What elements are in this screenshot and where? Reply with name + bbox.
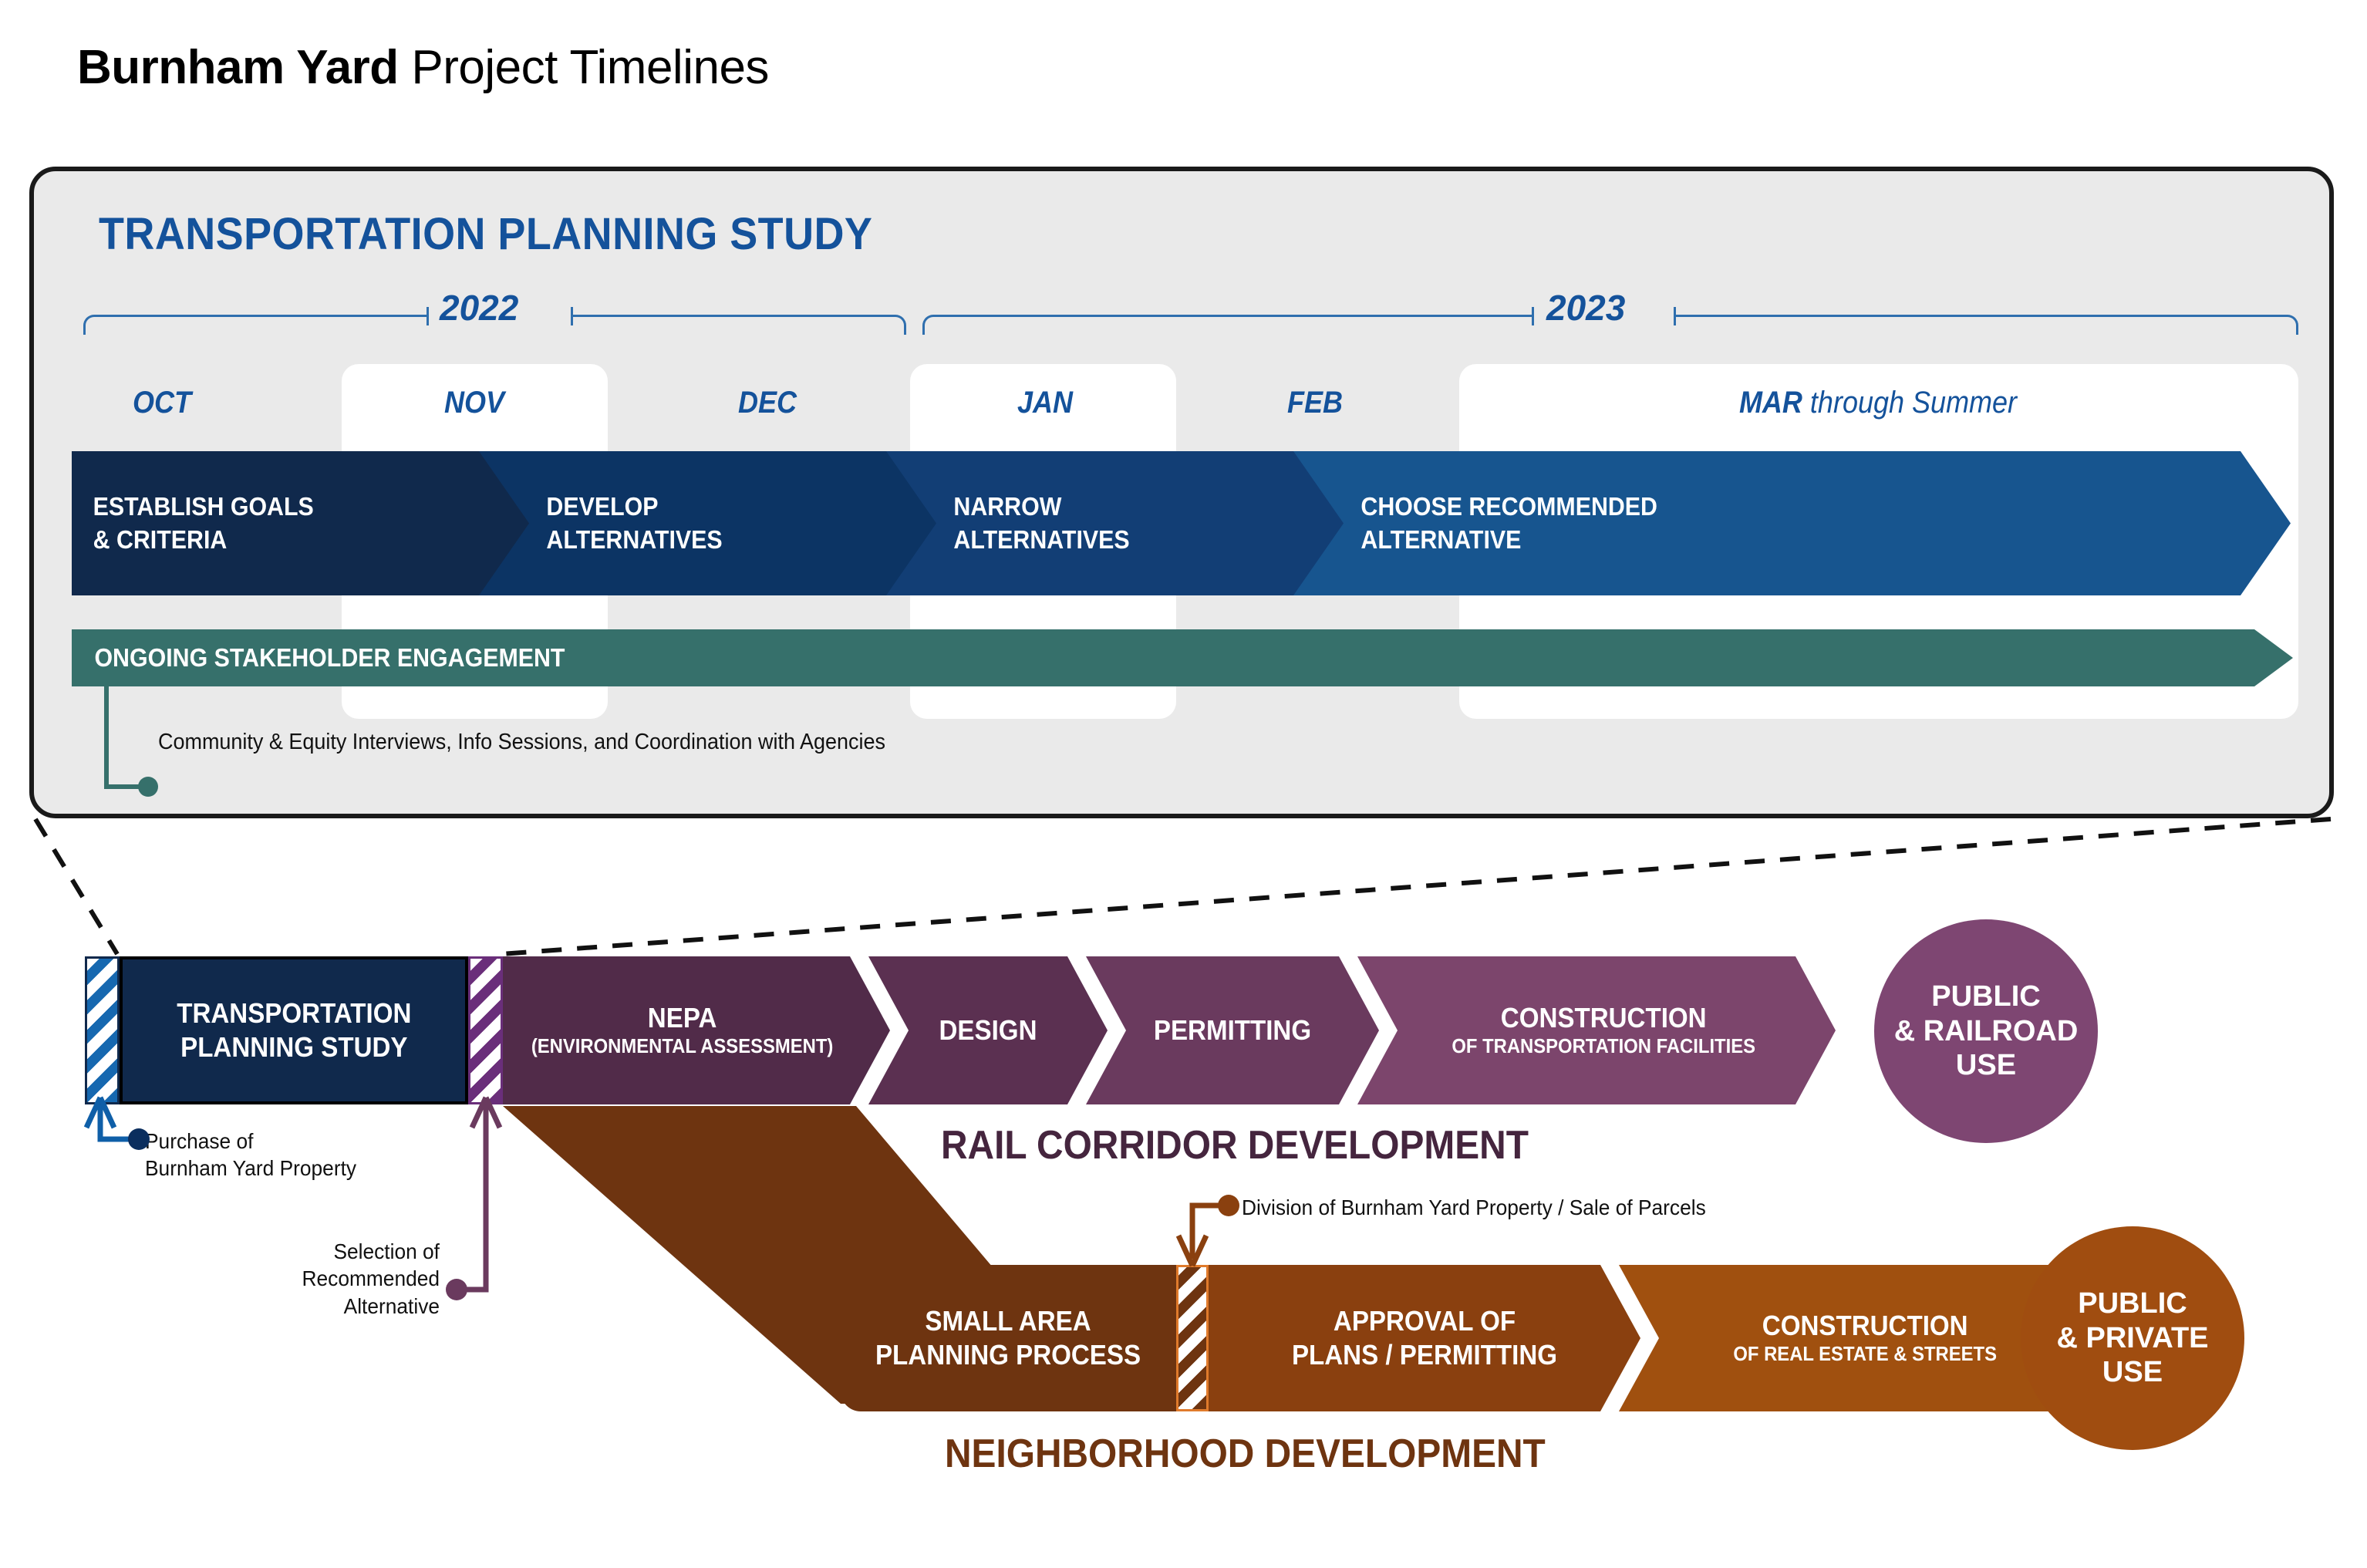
month-label-dec: DEC (737, 386, 797, 420)
month-label-jan: JAN (1017, 386, 1074, 420)
neighborhood-step-sub-construction: OF REAL ESTATE & STREETS (1733, 1344, 1998, 1366)
title-light: Project Timelines (398, 41, 769, 94)
phase-bar-choose-recommended[interactable]: CHOOSE RECOMMENDED ALTERNATIVE (1293, 451, 2291, 595)
year-bracket-2022-right (571, 315, 906, 335)
neighborhood-step-label-approval: APPROVAL OF PLANS / PERMITTING (1291, 1305, 1558, 1371)
rail-step-sub-nepa: (ENVIRONMENTAL ASSESSMENT) (531, 1036, 834, 1058)
rail-step-label-nepa: NEPA (ENVIRONMENTAL ASSESSMENT) (530, 967, 863, 1093)
year-label-2023: 2023 (1546, 288, 1626, 328)
division-elbow-connector (1189, 1202, 1225, 1259)
month-label-oct: OCT (133, 386, 191, 420)
division-note-dot (1218, 1195, 1239, 1216)
phase-bar-develop-alternatives[interactable]: DEVELOP ALTERNATIVES (479, 451, 957, 595)
neighborhood-end-circle-label: PUBLIC & PRIVATE USE (2056, 1286, 2209, 1389)
year-tick-c (1532, 307, 1534, 325)
phase-bar-narrow-alternatives[interactable]: NARROW ALTERNATIVES (886, 451, 1364, 595)
division-arrowhead-icon (1175, 1234, 1209, 1267)
neighborhood-end-circle-public-private-use[interactable]: PUBLIC & PRIVATE USE (2021, 1226, 2244, 1450)
rail-step-construction[interactable]: CONSTRUCTION OF TRANSPORTATION FACILITIE… (1357, 956, 1836, 1104)
phase-bar-establish-goals[interactable]: ESTABLISH GOALS & CRITERIA (72, 451, 550, 595)
neighborhood-step-approval[interactable]: APPROVAL OF PLANS / PERMITTING (1209, 1265, 1640, 1411)
month-label-nov: NOV (443, 386, 505, 420)
neighborhood-section-title: NEIGHBORHOOD DEVELOPMENT (945, 1431, 1546, 1476)
month-label-feb: FEB (1287, 386, 1343, 420)
year-tick-a (427, 307, 429, 325)
neighborhood-step-small-area-planning[interactable]: SMALL AREA PLANNING PROCESS (841, 1265, 1176, 1411)
year-bracket-2023-right (1674, 315, 2298, 335)
dashed-zoom-line-left (33, 818, 120, 956)
stakeholder-engagement-label: ONGOING STAKEHOLDER ENGAGEMENT (94, 643, 565, 672)
rail-step-permitting[interactable]: PERMITTING (1086, 956, 1379, 1104)
selection-elbow-connector (460, 1104, 489, 1293)
year-bracket-2022-left (83, 315, 427, 335)
striped-marker-purchase (85, 956, 120, 1104)
purchase-elbow-connector (97, 1104, 136, 1142)
neighborhood-step-label-small-area: SMALL AREA PLANNING PROCESS (875, 1305, 1141, 1371)
year-label-2022: 2022 (440, 288, 519, 328)
rail-block-label-tps: TRANSPORTATION PLANNING STUDY (176, 997, 412, 1063)
panel-heading: TRANSPORTATION PLANNING STUDY (99, 209, 873, 259)
annotation-division-text: Division of Burnham Yard Property / Sale… (1242, 1195, 1706, 1219)
selection-note-dot (446, 1279, 467, 1300)
dashed-zoom-line-right (501, 817, 2332, 956)
rail-step-label-permitting: PERMITTING (1153, 1014, 1312, 1047)
rail-step-sub-construction: OF TRANSPORTATION FACILITIES (1452, 1036, 1756, 1058)
neighborhood-step-label-construction: CONSTRUCTION OF REAL ESTATE & STREETS (1652, 1275, 2064, 1401)
rail-end-circle-public-railroad-use[interactable]: PUBLIC & RAILROAD USE (1874, 919, 2098, 1143)
rail-step-label-construction: CONSTRUCTION OF TRANSPORTATION FACILITIE… (1391, 967, 1802, 1093)
rail-step-nepa[interactable]: NEPA (ENVIRONMENTAL ASSESSMENT) (503, 956, 890, 1104)
rail-block-transportation-planning-study[interactable]: TRANSPORTATION PLANNING STUDY (120, 956, 468, 1104)
rail-end-circle-label: PUBLIC & RAILROAD USE (1893, 980, 2079, 1082)
month-label-mar-suffix: through Summer (1802, 386, 2018, 420)
year-bracket-2023-left (922, 315, 1532, 335)
striped-marker-division (1176, 1265, 1209, 1411)
rail-section-title: RAIL CORRIDOR DEVELOPMENT (941, 1123, 1529, 1168)
phase-label-choose-recommended: CHOOSE RECOMMENDED ALTERNATIVE (1361, 492, 1657, 554)
annotation-selection-text: Selection of Recommended Alternative (302, 1239, 440, 1318)
stakeholder-engagement-bar[interactable]: ONGOING STAKEHOLDER ENGAGEMENT (72, 629, 2293, 686)
title-bold: Burnham Yard (77, 41, 399, 94)
page-title: Burnham Yard Project Timelines (77, 40, 769, 95)
rail-step-label-design: DESIGN (939, 1014, 1037, 1047)
stakeholder-engagement-note: Community & Equity Interviews, Info Sess… (158, 730, 885, 754)
annotation-purchase-text: Purchase of Burnham Yard Property (145, 1129, 357, 1181)
phase-label-establish-goals: ESTABLISH GOALS & CRITERIA (93, 492, 314, 554)
rail-step-design[interactable]: DESIGN (868, 956, 1108, 1104)
month-label-mar: MAR through Summer (1738, 386, 2018, 420)
striped-marker-selection (468, 956, 503, 1104)
